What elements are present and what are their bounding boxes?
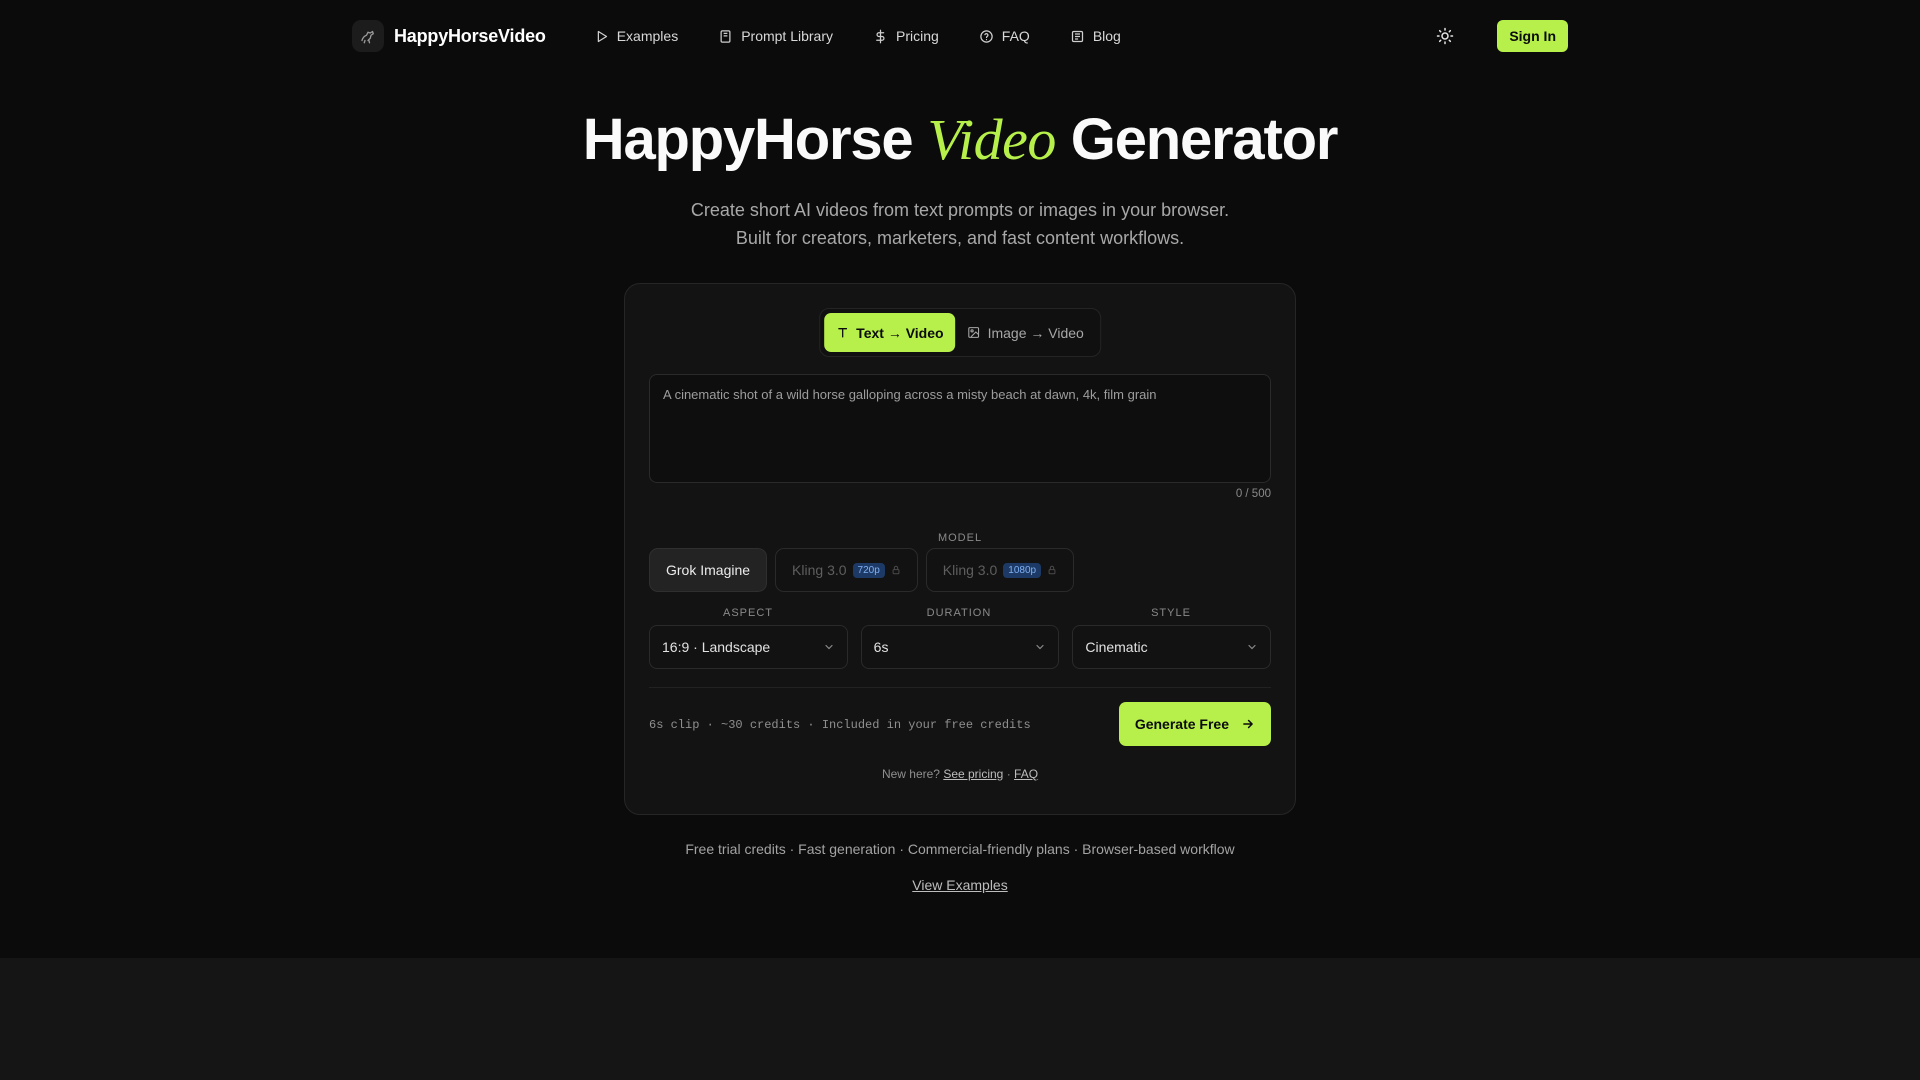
lock-icon <box>1048 565 1056 575</box>
horse-logo-icon <box>352 20 384 52</box>
nav-link-pricing[interactable]: Pricing <box>873 28 939 44</box>
chevron-down-icon <box>1036 644 1044 650</box>
duration-value: 6s <box>873 639 889 655</box>
sun-icon <box>1437 27 1454 45</box>
new-here-label: New here? <box>881 767 940 781</box>
book-icon <box>720 29 731 43</box>
nav-links: Examples Prompt Library Pricing FAQ Blog <box>594 28 1121 44</box>
title-part-1: HappyHorse <box>582 107 914 172</box>
newspaper-icon <box>1071 30 1083 42</box>
nav-link-blog[interactable]: Blog <box>1070 28 1121 44</box>
see-pricing-link[interactable]: See pricing <box>943 767 1003 781</box>
view-examples-link[interactable]: View Examples <box>912 877 1007 893</box>
link-separator: · <box>1006 767 1011 781</box>
hero-subtitle: Create short AI videos from text prompts… <box>0 196 1920 252</box>
view-examples-wrapper: View Examples <box>0 877 1920 893</box>
nav-link-label: FAQ <box>1001 28 1030 44</box>
play-icon <box>597 30 607 42</box>
model-name: Kling 3.0 <box>792 562 847 578</box>
model-grok-imagine[interactable]: Grok Imagine <box>649 548 768 592</box>
nav-link-label: Examples <box>616 28 679 44</box>
nav-link-faq[interactable]: FAQ <box>979 28 1030 44</box>
arrow-right-icon <box>1243 719 1253 729</box>
chevron-down-icon <box>825 644 833 650</box>
card-divider <box>649 687 1271 688</box>
text-icon <box>838 328 848 338</box>
nav-link-label: Pricing <box>896 28 939 44</box>
image-icon <box>968 327 980 338</box>
nav-link-prompt-library[interactable]: Prompt Library <box>718 28 833 44</box>
resolution-badge: 1080p <box>1003 562 1042 578</box>
model-kling-720p[interactable]: Kling 3.0 720p <box>775 548 918 592</box>
aspect-label: ASPECT <box>722 607 773 619</box>
prompt-input[interactable] <box>649 374 1271 483</box>
nav-link-label: Prompt Library <box>741 28 833 44</box>
tab-label: Text → Video <box>856 324 944 341</box>
option-selects: 16:9 · Landscape 6s Cinematic <box>649 625 1272 669</box>
model-kling-1080p[interactable]: Kling 3.0 1080p <box>925 548 1075 592</box>
model-name: Kling 3.0 <box>942 562 998 578</box>
nav-link-examples[interactable]: Examples <box>594 28 678 44</box>
lock-icon <box>892 565 900 575</box>
duration-label: DURATION <box>926 607 992 619</box>
aspect-select[interactable]: 16:9 · Landscape <box>649 625 848 669</box>
subtitle-line-1: Create short AI videos from text prompts… <box>690 200 1230 220</box>
nav-right: Sign In <box>1433 20 1568 52</box>
credit-cost-text: 6s clip · ~30 credits · Included in your… <box>649 718 1031 732</box>
faq-link[interactable]: FAQ <box>1014 767 1038 781</box>
generator-card: Text → Video Image → Video 0 / 500 MODEL… <box>624 283 1296 815</box>
page-title: HappyHorse Video Generator <box>0 106 1920 173</box>
new-here-text: New here? See pricing · FAQ <box>625 767 1295 781</box>
aspect-value: 16:9 · Landscape <box>662 639 771 655</box>
model-label: MODEL <box>937 532 983 544</box>
top-nav: HappyHorseVideo Examples Prompt Library … <box>352 17 1568 55</box>
model-name: Grok Imagine <box>666 562 751 578</box>
style-label: STYLE <box>1151 607 1191 619</box>
style-select[interactable]: Cinematic <box>1072 625 1272 669</box>
lower-section <box>0 958 1920 1080</box>
tab-label: Image → Video <box>987 324 1084 341</box>
feature-list: Free trial credits · Fast generation · C… <box>685 841 1235 857</box>
mode-tabs: Text → Video Image → Video <box>819 308 1101 357</box>
tab-text-to-video[interactable]: Text → Video <box>824 313 956 352</box>
subtitle-line-2: Built for creators, marketers, and fast … <box>735 228 1185 248</box>
theme-toggle-button[interactable] <box>1433 24 1457 48</box>
generate-button[interactable]: Generate Free <box>1118 702 1271 746</box>
resolution-badge: 720p <box>852 562 885 578</box>
generate-label: Generate Free <box>1134 716 1229 732</box>
tab-image-to-video[interactable]: Image → Video <box>956 313 1096 352</box>
model-options: Grok Imagine Kling 3.0 720p Kling 3.0 10… <box>649 548 1075 592</box>
dollar-icon <box>876 29 885 43</box>
chevron-down-icon <box>1248 644 1256 650</box>
style-value: Cinematic <box>1085 639 1148 655</box>
title-accent: Video <box>927 107 1056 172</box>
brand-name: HappyHorseVideo <box>394 25 546 46</box>
duration-select[interactable]: 6s <box>860 625 1060 669</box>
sign-in-button[interactable]: Sign In <box>1497 20 1568 52</box>
title-part-2: Generator <box>1070 107 1339 172</box>
character-counter: 0 / 500 <box>1235 488 1271 500</box>
brand[interactable]: HappyHorseVideo <box>352 20 546 52</box>
nav-link-label: Blog <box>1092 28 1121 44</box>
help-circle-icon <box>980 29 993 43</box>
